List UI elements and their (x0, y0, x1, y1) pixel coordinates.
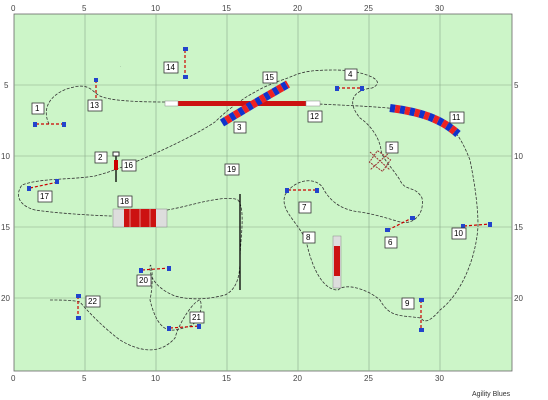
x-axis-label: 30 (435, 374, 444, 383)
svg-text:17: 17 (40, 192, 49, 201)
brand-label: Agility Blues (472, 391, 511, 398)
obstacle-number-6: 6 (384, 236, 398, 249)
x-axis-label: 15 (222, 374, 231, 383)
course-field (13, 13, 513, 372)
y-axis-label: 10 (514, 152, 523, 161)
svg-text:11: 11 (452, 113, 461, 122)
bottom-axis-labels: 0 5 10 15 20 25 30 (11, 374, 444, 383)
agility-course-map: 0 5 10 15 20 25 30 0 5 10 15 20 25 30 5 … (1, 4, 523, 398)
x-axis-label: 5 (82, 4, 87, 13)
x-axis-label: 15 (222, 4, 231, 13)
obstacle-number-22: 22 (85, 295, 101, 308)
x-axis-label: 10 (151, 4, 160, 13)
svg-text:16: 16 (124, 161, 133, 170)
svg-text:7: 7 (302, 203, 307, 212)
obstacle-number-20: 20 (136, 274, 152, 287)
obstacle-number-12: 12 (307, 110, 323, 123)
obstacle-number-1: 1 (31, 102, 45, 115)
obstacle-number-19: 19 (224, 163, 240, 176)
obstacle-number-13: 13 (87, 99, 103, 112)
obstacle-number-17: 17 (37, 190, 53, 203)
obstacle-number-16: 16 (121, 159, 137, 172)
top-axis-labels: 0 5 10 15 20 25 30 (11, 4, 444, 13)
path-step-marker: · (120, 64, 121, 69)
svg-text:20: 20 (139, 276, 148, 285)
y-axis-label: 15 (514, 223, 523, 232)
svg-text:8: 8 (306, 233, 311, 242)
x-axis-label: 30 (435, 4, 444, 13)
svg-text:18: 18 (120, 197, 129, 206)
svg-text:4: 4 (348, 70, 353, 79)
svg-text:15: 15 (265, 73, 274, 82)
obstacle-number-7: 7 (298, 201, 312, 214)
y-axis-label: 20 (1, 294, 10, 303)
svg-text:22: 22 (88, 297, 97, 306)
y-axis-label: 5 (4, 81, 9, 90)
y-axis-label: 20 (514, 294, 523, 303)
y-axis-label: 10 (1, 152, 10, 161)
y-axis-label: 15 (1, 223, 10, 232)
obstacle-number-11: 11 (449, 111, 465, 124)
left-axis-labels: 5 10 15 20 (1, 81, 10, 303)
obstacle-number-10: 10 (451, 227, 467, 240)
right-axis-labels: 5 10 15 20 (514, 81, 523, 303)
svg-text:14: 14 (166, 63, 175, 72)
obstacle-aframe[interactable] (332, 235, 342, 289)
x-axis-label: 25 (364, 374, 373, 383)
svg-text:5: 5 (389, 143, 394, 152)
obstacle-number-5: 5 (385, 141, 399, 154)
x-axis-label: 20 (293, 374, 302, 383)
svg-text:10: 10 (454, 229, 463, 238)
svg-text:13: 13 (90, 101, 99, 110)
svg-text:19: 19 (227, 165, 236, 174)
x-axis-label: 5 (82, 374, 87, 383)
obstacle-number-18: 18 (117, 195, 133, 208)
x-axis-label: 0 (11, 374, 16, 383)
svg-text:3: 3 (237, 123, 242, 132)
obstacle-dogwalk[interactable] (164, 100, 321, 107)
obstacle-number-3: 3 (233, 121, 247, 134)
svg-text:2: 2 (98, 153, 103, 162)
x-axis-label: 10 (151, 374, 160, 383)
obstacle-number-14: 14 (163, 61, 179, 74)
obstacle-aframe[interactable] (112, 208, 168, 228)
obstacle-number-4: 4 (344, 68, 358, 81)
svg-text:1: 1 (35, 104, 40, 113)
svg-text:9: 9 (405, 299, 410, 308)
obstacle-number-2: 2 (94, 151, 108, 164)
svg-text:6: 6 (388, 238, 393, 247)
x-axis-label: 25 (364, 4, 373, 13)
y-axis-label: 5 (514, 81, 519, 90)
obstacle-number-9: 9 (401, 297, 415, 310)
obstacle-number-8: 8 (302, 231, 316, 244)
x-axis-label: 20 (293, 4, 302, 13)
svg-text:12: 12 (310, 112, 319, 121)
obstacle-number-15: 15 (262, 71, 278, 84)
obstacle-number-21: 21 (189, 311, 205, 324)
x-axis-label: 0 (11, 4, 16, 13)
svg-text:21: 21 (192, 313, 201, 322)
